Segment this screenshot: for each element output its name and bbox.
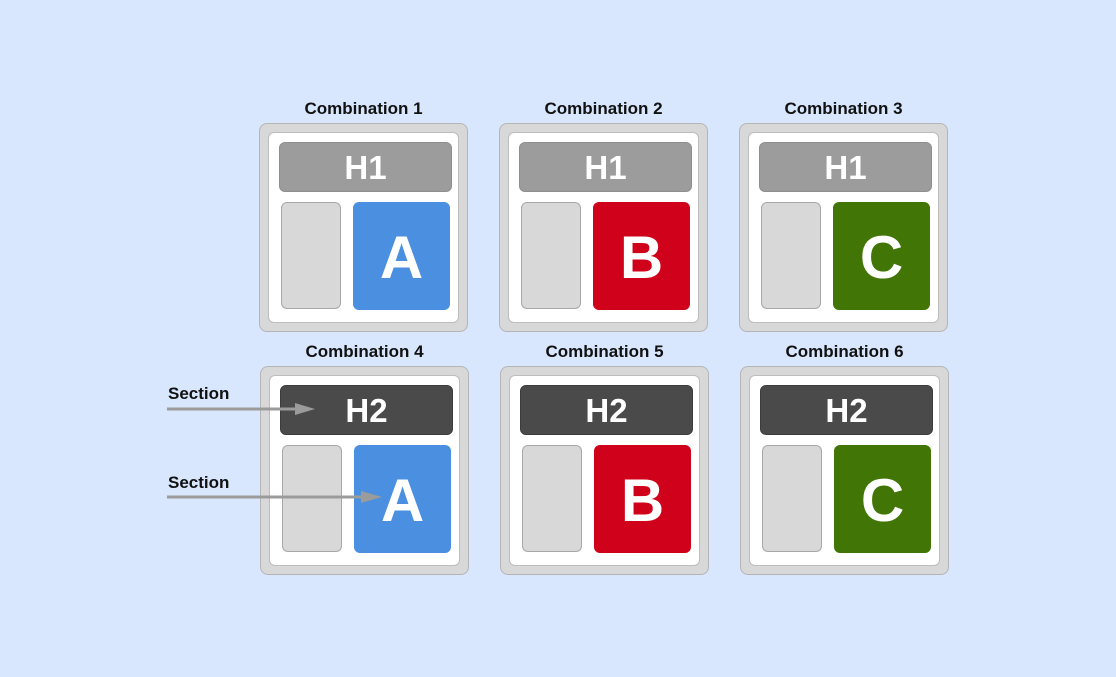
layout-page: H1 C bbox=[748, 132, 939, 323]
layout-frame: H2 B bbox=[500, 366, 709, 575]
content-block: C bbox=[833, 202, 930, 310]
sidebar-block bbox=[762, 445, 822, 552]
sidebar-block bbox=[761, 202, 821, 309]
layout-page: H1 B bbox=[508, 132, 699, 323]
content-block: A bbox=[353, 202, 450, 310]
header-block: H1 bbox=[279, 142, 452, 192]
content-block: B bbox=[593, 202, 690, 310]
combination-title: Combination 2 bbox=[544, 99, 663, 118]
layout-page: H2 C bbox=[749, 375, 940, 566]
layout-page: H2 B bbox=[509, 375, 700, 566]
section-arrow-content bbox=[167, 491, 382, 503]
combination-title: Combination 6 bbox=[785, 342, 904, 361]
content-block: B bbox=[594, 445, 691, 553]
combination-title: Combination 1 bbox=[304, 99, 423, 118]
sidebar-block bbox=[522, 445, 582, 552]
combination-title: Combination 4 bbox=[305, 342, 424, 361]
sidebar-block bbox=[521, 202, 581, 309]
header-block: H1 bbox=[759, 142, 932, 192]
layout-frame: H2 A bbox=[260, 366, 469, 575]
content-block: C bbox=[834, 445, 931, 553]
header-block: H2 bbox=[520, 385, 693, 435]
section-arrow-header bbox=[167, 403, 315, 415]
layout-frame: H1 B bbox=[499, 123, 708, 332]
header-block: H1 bbox=[519, 142, 692, 192]
combination-title: Combination 3 bbox=[784, 99, 903, 118]
combination-title: Combination 5 bbox=[545, 342, 664, 361]
sidebar-block bbox=[281, 202, 341, 309]
layout-frame: H2 C bbox=[740, 366, 949, 575]
layout-frame: H1 A bbox=[259, 123, 468, 332]
layout-frame: H1 C bbox=[739, 123, 948, 332]
header-block: H2 bbox=[760, 385, 933, 435]
layout-page: H1 A bbox=[268, 132, 459, 323]
